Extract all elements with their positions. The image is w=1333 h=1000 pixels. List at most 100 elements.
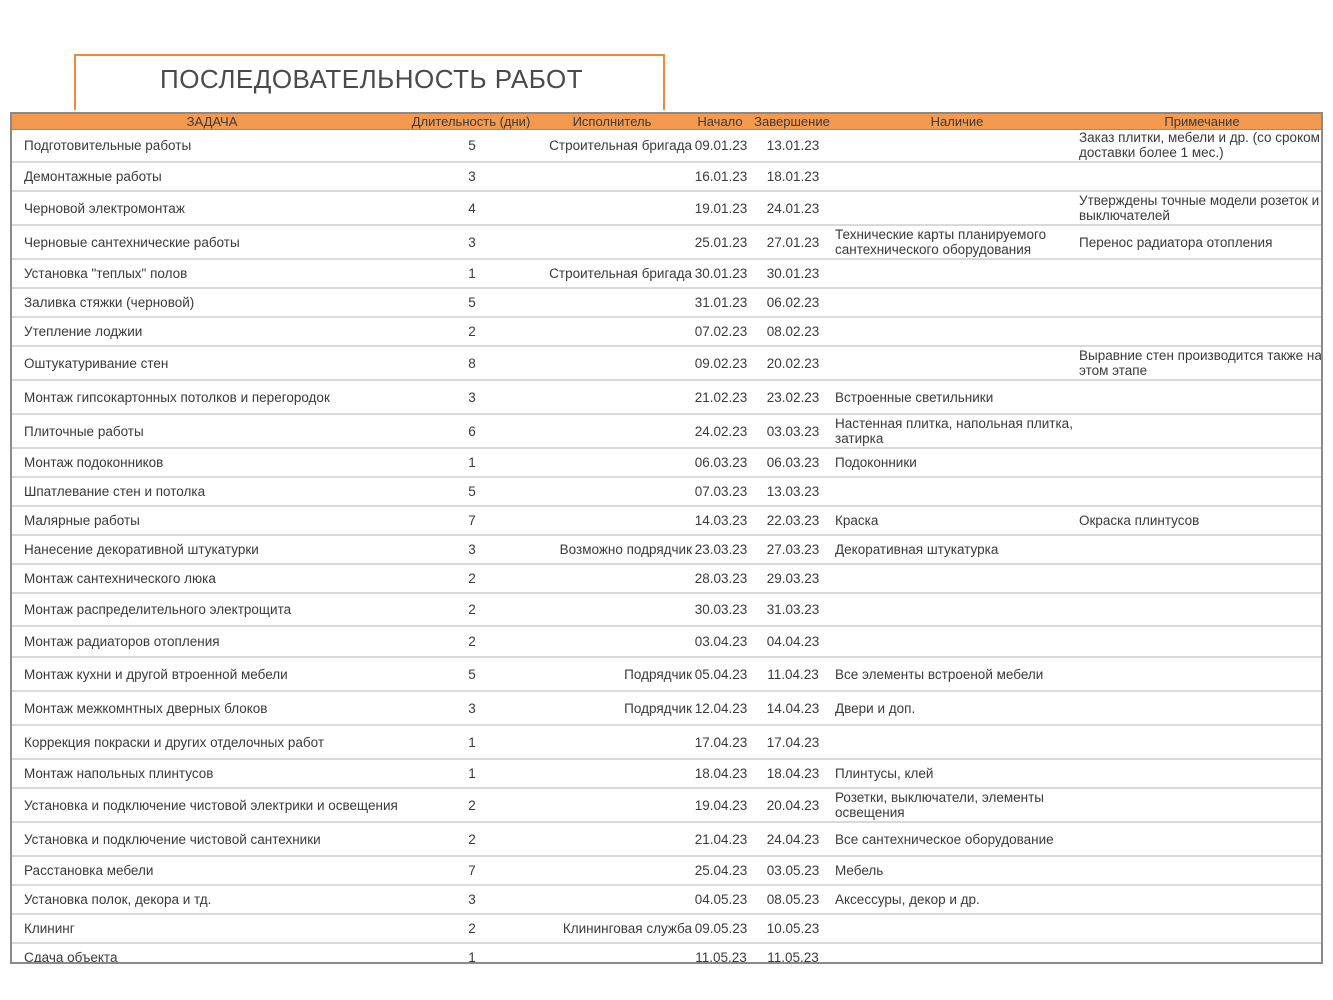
task-cell: Установка и подключение чистовой сантехн… [24, 823, 404, 855]
header-start: Начало [697, 114, 743, 129]
task-cell-text: Расстановка мебели [24, 863, 154, 878]
end-date-cell: 24.04.23 [760, 823, 826, 855]
task-cell-text: Клининг [24, 921, 75, 936]
start-date-cell: 06.03.23 [690, 449, 752, 476]
start-date-cell: 30.01.23 [690, 260, 752, 287]
note-cell [1079, 449, 1321, 476]
availability-cell: Мебель [835, 857, 1075, 884]
table-row: Заливка стяжки (черновой) 5 31.01.23 06.02.… [12, 289, 1321, 318]
end-date-cell: 13.03.23 [760, 478, 826, 505]
end-date-cell: 17.04.23 [760, 726, 826, 758]
task-cell: Нанесение декоративной штукатурки [24, 536, 404, 563]
end-date-cell-text: 31.03.23 [766, 602, 820, 617]
duration-cell: 3 [422, 886, 522, 913]
duration-cell-text: 1 [468, 766, 476, 781]
duration-cell-text: 2 [468, 602, 476, 617]
availability-cell [835, 565, 1075, 592]
end-date-cell: 23.02.23 [760, 381, 826, 413]
start-date-cell-text: 12.04.23 [694, 700, 748, 716]
note-cell [1079, 289, 1321, 316]
assignee-cell [532, 318, 692, 345]
table-row: Подготовительные работы 5 Строительная бри… [12, 129, 1321, 163]
end-date-cell-text: 03.03.23 [766, 423, 820, 439]
duration-cell-text: 2 [468, 324, 476, 339]
availability-cell: Краска [835, 507, 1075, 534]
start-date-cell: 12.04.23 [690, 692, 752, 724]
start-date-cell: 31.01.23 [690, 289, 752, 316]
task-cell: Установка полок, декора и тд. [24, 886, 404, 913]
assignee-cell [532, 627, 692, 656]
end-date-cell-text: 18.01.23 [766, 169, 820, 184]
availability-cell [835, 192, 1075, 224]
end-date-cell-text: 08.05.23 [766, 892, 820, 907]
availability-cell-text: Встроенные светильники [835, 389, 994, 405]
availability-cell-text: Аксессуры, декор и др. [835, 892, 980, 907]
table-row: Монтаж распределительного электрощита 2 30… [12, 594, 1321, 627]
availability-cell-text: Декоративная штукатурка [835, 542, 999, 557]
note-cell-text: Окраска плинтусов [1079, 513, 1200, 528]
end-date-cell-text: 24.01.23 [766, 200, 820, 216]
note-cell [1079, 627, 1321, 656]
end-date-cell: 03.03.23 [760, 415, 826, 447]
start-date-cell-text: 14.03.23 [694, 513, 748, 528]
duration-cell: 2 [422, 594, 522, 625]
duration-cell-text: 3 [468, 542, 476, 557]
assignee-cell [532, 289, 692, 316]
task-cell: Монтаж распределительного электрощита [24, 594, 404, 625]
task-cell: Заливка стяжки (черновой) [24, 289, 404, 316]
end-date-cell: 22.03.23 [760, 507, 826, 534]
duration-cell: 2 [422, 823, 522, 855]
table-row: Монтаж радиаторов отопления 2 03.04.23 04.0… [12, 627, 1321, 658]
assignee-cell [532, 760, 692, 787]
task-cell-text: Монтаж кухни и другой втроенной мебели [24, 666, 288, 682]
start-date-cell: 28.03.23 [690, 565, 752, 592]
start-date-cell: 09.05.23 [690, 915, 752, 942]
start-date-cell-text: 25.04.23 [694, 863, 748, 878]
end-date-cell: 06.02.23 [760, 289, 826, 316]
duration-cell: 6 [422, 415, 522, 447]
start-date-cell-text: 09.05.23 [694, 921, 748, 936]
task-cell-text: Установка и подключение чистовой электри… [24, 797, 398, 813]
availability-cell: Подоконники [835, 449, 1075, 476]
assignee-cell-text: Строительная бригада [549, 137, 692, 153]
note-cell-text: Заказ плитки, мебели и др. (со сроком до… [1079, 130, 1320, 160]
note-cell [1079, 478, 1321, 505]
note-cell [1079, 726, 1321, 758]
table-row: Монтаж сантехнического люка 2 28.03.23 29.0… [12, 565, 1321, 594]
duration-cell-text: 7 [468, 863, 476, 878]
duration-cell: 1 [422, 260, 522, 287]
availability-cell: Аксессуры, декор и др. [835, 886, 1075, 913]
task-cell-text: Плиточные работы [24, 423, 144, 439]
availability-cell-text: Технические карты планируемого сантехнич… [835, 227, 1047, 257]
start-date-cell: 14.03.23 [690, 507, 752, 534]
task-cell: Клининг [24, 915, 404, 942]
duration-cell: 3 [422, 381, 522, 413]
table-row: Клининг 2 Клининговая служба 09.05.23 10.05.… [12, 915, 1321, 944]
availability-cell-text: Плинтусы, клей [835, 766, 934, 781]
start-date-cell-text: 23.03.23 [694, 542, 748, 557]
duration-cell-text: 5 [468, 295, 476, 310]
start-date-cell: 18.04.23 [690, 760, 752, 787]
duration-cell: 3 [422, 536, 522, 563]
availability-cell: Все элементы встроеной мебели [835, 658, 1075, 690]
duration-cell: 2 [422, 627, 522, 656]
table-row: Плиточные работы 6 24.02.23 03.03.23 Настенн… [12, 415, 1321, 449]
duration-cell: 1 [422, 760, 522, 787]
duration-cell-text: 1 [468, 266, 476, 281]
duration-cell-text: 4 [468, 200, 476, 216]
start-date-cell-text: 07.02.23 [694, 324, 748, 339]
duration-cell: 4 [422, 192, 522, 224]
assignee-cell [532, 726, 692, 758]
assignee-cell-text: Подрядчик [624, 666, 692, 682]
note-cell: Заказ плитки, мебели и др. (со сроком до… [1079, 129, 1321, 161]
task-cell: Демонтажные работы [24, 163, 404, 190]
note-cell [1079, 565, 1321, 592]
note-cell [1079, 415, 1321, 447]
assignee-cell [532, 565, 692, 592]
availability-cell-text: Розетки, выключатели, элементы освещения [835, 790, 1044, 820]
note-cell [1079, 692, 1321, 724]
availability-cell: Декоративная штукатурка [835, 536, 1075, 563]
availability-cell: Двери и доп. [835, 692, 1075, 724]
task-cell: Черновые сантехнические работы [24, 226, 404, 258]
end-date-cell: 10.05.23 [760, 915, 826, 942]
